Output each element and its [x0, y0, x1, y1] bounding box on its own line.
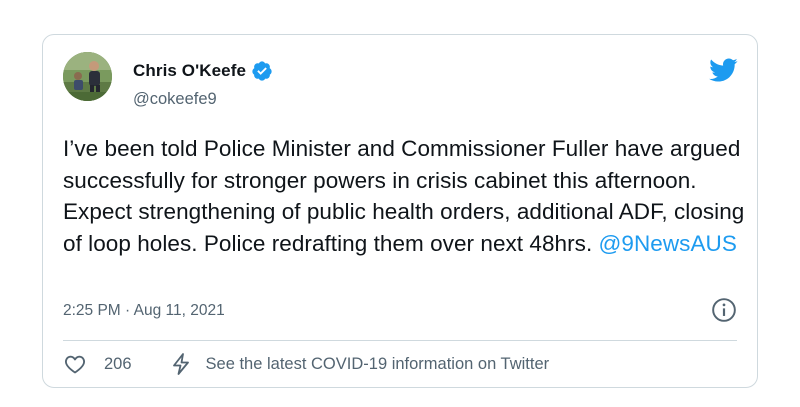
verified-badge-icon — [251, 60, 273, 82]
heart-icon[interactable] — [63, 352, 87, 376]
author-display-name[interactable]: Chris O'Keefe — [133, 61, 246, 81]
divider — [63, 340, 737, 341]
author-handle[interactable]: @cokeefe9 — [133, 90, 217, 109]
twitter-bird-icon[interactable] — [708, 55, 738, 85]
like-count[interactable]: 206 — [104, 355, 132, 374]
mention-link[interactable]: @9NewsAUS — [599, 231, 737, 256]
tweet-footer: 206 See the latest COVID-19 information … — [63, 352, 549, 376]
info-icon[interactable] — [711, 297, 737, 323]
author-name-row[interactable]: Chris O'Keefe — [133, 60, 273, 82]
lightning-bolt-icon — [170, 352, 192, 376]
tweet-card: Chris O'Keefe @cokeefe9 I’ve been told P… — [42, 34, 758, 388]
tweet-timestamp[interactable]: 2:25 PM · Aug 11, 2021 — [63, 302, 225, 320]
avatar[interactable] — [63, 52, 112, 101]
covid-info-link[interactable]: See the latest COVID-19 information on T… — [206, 355, 550, 374]
tweet-text: I’ve been told Police Minister and Commi… — [63, 133, 753, 259]
